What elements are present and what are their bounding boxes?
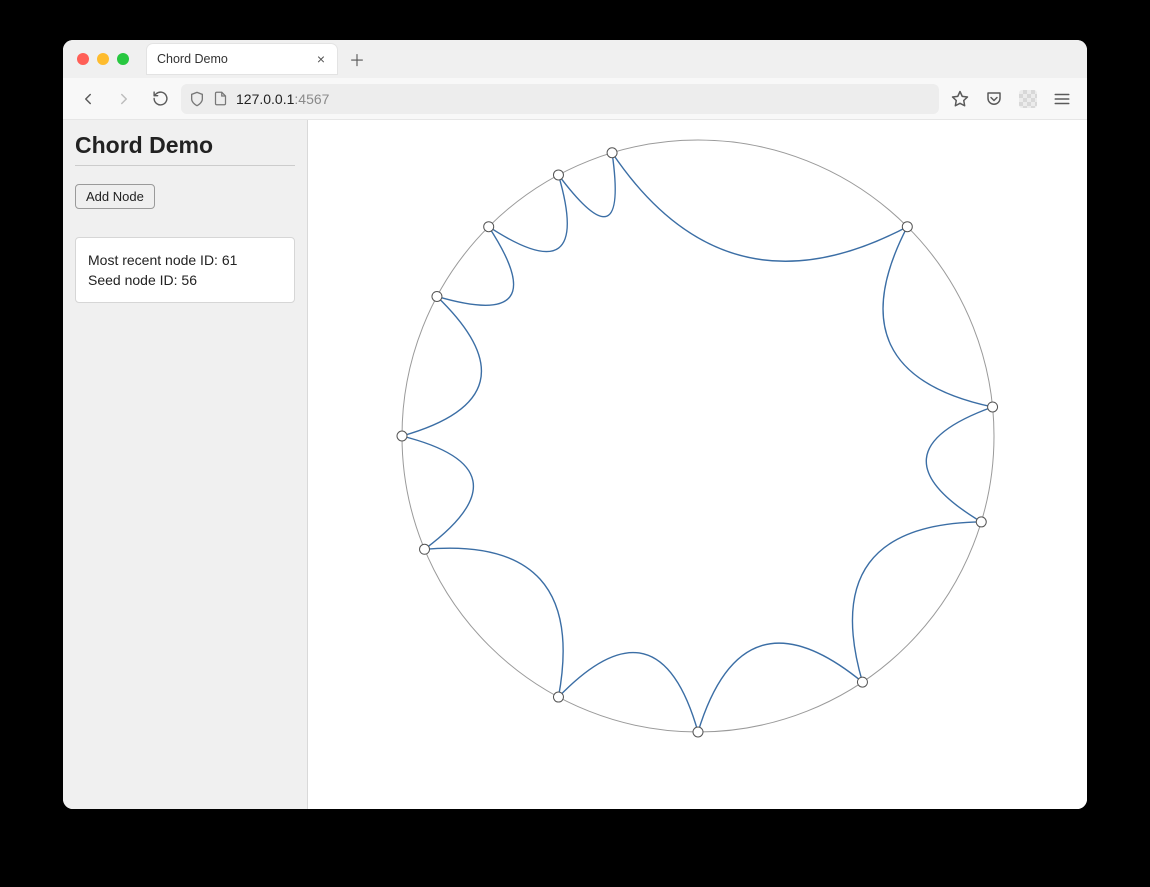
sidebar: Chord Demo Add Node Most recent node ID:… [63,120,308,809]
shield-icon [189,91,205,107]
fullscreen-window-icon[interactable] [117,53,129,65]
url-text: 127.0.0.1:4567 [236,91,329,107]
extension-icon [1019,90,1037,108]
chord-link [883,227,993,407]
chord-node[interactable] [553,170,563,180]
chord-node[interactable] [420,544,430,554]
back-button[interactable] [73,84,103,114]
tab-bar: Chord Demo × ＋ [147,44,371,74]
chord-link [852,522,981,682]
page-title: Chord Demo [75,132,295,166]
window-traffic-lights [77,53,129,65]
browser-window: Chord Demo × ＋ 127.0.0.1:4567 [63,40,1087,809]
chord-node[interactable] [857,677,867,687]
visualization-area [308,120,1087,809]
url-port: :4567 [294,91,329,107]
browser-tab[interactable]: Chord Demo × [147,44,337,74]
recent-node-row: Most recent node ID: 61 [88,252,282,268]
chord-node[interactable] [484,222,494,232]
close-window-icon[interactable] [77,53,89,65]
chord-link [698,643,862,732]
seed-node-row: Seed node ID: 56 [88,272,282,288]
recent-node-value: 61 [222,252,238,268]
chord-node[interactable] [693,727,703,737]
close-tab-icon[interactable]: × [315,51,327,67]
page-icon [213,91,228,106]
chord-link [402,296,481,436]
toolbar-right [945,84,1077,114]
chord-link [489,175,568,252]
chord-node[interactable] [988,402,998,412]
chord-node[interactable] [397,431,407,441]
extension-button[interactable] [1013,84,1043,114]
menu-button[interactable] [1047,84,1077,114]
chord-link [402,436,473,549]
add-node-button[interactable]: Add Node [75,184,155,209]
chord-node[interactable] [553,692,563,702]
page-content: Chord Demo Add Node Most recent node ID:… [63,120,1087,809]
chord-link [926,407,992,522]
forward-button[interactable] [109,84,139,114]
chord-link [425,548,564,697]
chord-node[interactable] [902,222,912,232]
info-card: Most recent node ID: 61 Seed node ID: 56 [75,237,295,303]
chord-link [558,153,615,217]
chord-node[interactable] [976,517,986,527]
window-titlebar: Chord Demo × ＋ [63,40,1087,78]
chord-link [558,653,698,732]
chord-node[interactable] [607,148,617,158]
reload-button[interactable] [145,84,175,114]
address-bar[interactable]: 127.0.0.1:4567 [181,84,939,114]
seed-node-value: 56 [181,272,197,288]
chord-diagram [308,120,1087,809]
chord-link [612,153,907,262]
new-tab-button[interactable]: ＋ [343,45,371,73]
seed-node-label: Seed node ID: [88,272,181,288]
tab-title: Chord Demo [157,52,228,66]
browser-toolbar: 127.0.0.1:4567 [63,78,1087,120]
url-host: 127.0.0.1 [236,91,294,107]
pocket-button[interactable] [979,84,1009,114]
chord-link [437,227,514,306]
minimize-window-icon[interactable] [97,53,109,65]
bookmark-button[interactable] [945,84,975,114]
chord-node[interactable] [432,291,442,301]
recent-node-label: Most recent node ID: [88,252,222,268]
